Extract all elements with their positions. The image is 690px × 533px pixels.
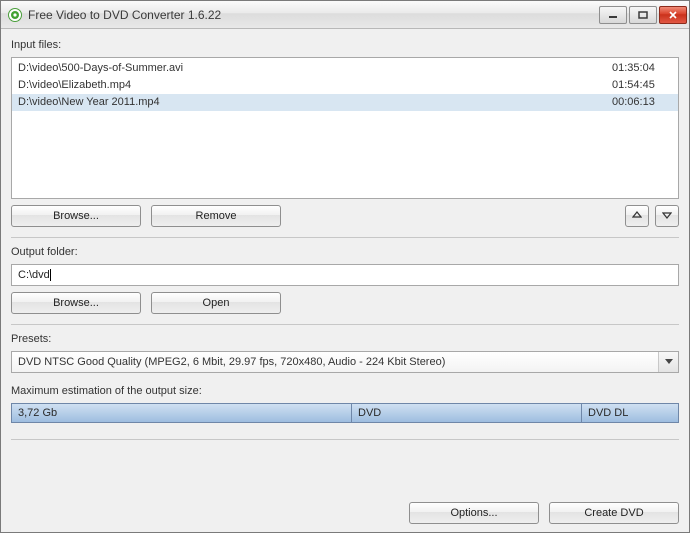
- list-item[interactable]: D:\video\Elizabeth.mp401:54:45: [12, 77, 678, 94]
- open-folder-button[interactable]: Open: [151, 292, 281, 314]
- input-files-list[interactable]: D:\video\500-Days-of-Summer.avi01:35:04D…: [11, 57, 679, 199]
- window-title: Free Video to DVD Converter 1.6.22: [28, 8, 599, 22]
- close-button[interactable]: [659, 6, 687, 24]
- titlebar: Free Video to DVD Converter 1.6.22: [1, 1, 689, 29]
- output-folder-input[interactable]: C:\dvd: [11, 264, 679, 286]
- file-path: D:\video\Elizabeth.mp4: [18, 78, 602, 93]
- options-button[interactable]: Options...: [409, 502, 539, 524]
- separator: [11, 439, 679, 440]
- preset-selected-value: DVD NTSC Good Quality (MPEG2, 6 Mbit, 29…: [18, 356, 445, 368]
- file-path: D:\video\500-Days-of-Summer.avi: [18, 61, 602, 76]
- app-window: Free Video to DVD Converter 1.6.22 Input…: [0, 0, 690, 533]
- client-area: Input files: D:\video\500-Days-of-Summer…: [1, 29, 689, 532]
- file-duration: 01:35:04: [602, 61, 672, 76]
- list-item[interactable]: D:\video\New Year 2011.mp400:06:13: [12, 94, 678, 111]
- estimation-dvddl: DVD DL: [582, 404, 678, 422]
- input-buttons-row: Browse... Remove: [11, 205, 679, 227]
- separator: [11, 324, 679, 325]
- max-est-label: Maximum estimation of the output size:: [11, 385, 679, 397]
- preset-select-wrap: DVD NTSC Good Quality (MPEG2, 6 Mbit, 29…: [11, 351, 679, 373]
- presets-label: Presets:: [11, 333, 679, 345]
- footer-buttons: Options... Create DVD: [11, 496, 679, 524]
- window-controls: [599, 6, 687, 24]
- estimation-size: 3,72 Gb: [12, 404, 352, 422]
- separator: [11, 237, 679, 238]
- input-files-label: Input files:: [11, 39, 679, 51]
- estimation-dvd: DVD: [352, 404, 582, 422]
- remove-file-button[interactable]: Remove: [151, 205, 281, 227]
- move-down-button[interactable]: [655, 205, 679, 227]
- file-duration: 01:54:45: [602, 78, 672, 93]
- browse-folder-button[interactable]: Browse...: [11, 292, 141, 314]
- move-up-button[interactable]: [625, 205, 649, 227]
- arrow-up-icon: [632, 210, 642, 223]
- maximize-button[interactable]: [629, 6, 657, 24]
- arrow-down-icon: [662, 210, 672, 223]
- text-cursor: [50, 269, 51, 281]
- output-buttons-row: Browse... Open: [11, 292, 679, 314]
- minimize-button[interactable]: [599, 6, 627, 24]
- create-dvd-button[interactable]: Create DVD: [549, 502, 679, 524]
- output-folder-label: Output folder:: [11, 246, 679, 258]
- browse-files-button[interactable]: Browse...: [11, 205, 141, 227]
- file-path: D:\video\New Year 2011.mp4: [18, 95, 602, 110]
- app-icon: [7, 7, 23, 23]
- estimation-table: 3,72 Gb DVD DVD DL: [11, 403, 679, 423]
- list-item[interactable]: D:\video\500-Days-of-Summer.avi01:35:04: [12, 60, 678, 77]
- file-duration: 00:06:13: [602, 95, 672, 110]
- reorder-controls: [625, 205, 679, 227]
- output-folder-value: C:\dvd: [18, 269, 50, 281]
- preset-select[interactable]: DVD NTSC Good Quality (MPEG2, 6 Mbit, 29…: [11, 351, 679, 373]
